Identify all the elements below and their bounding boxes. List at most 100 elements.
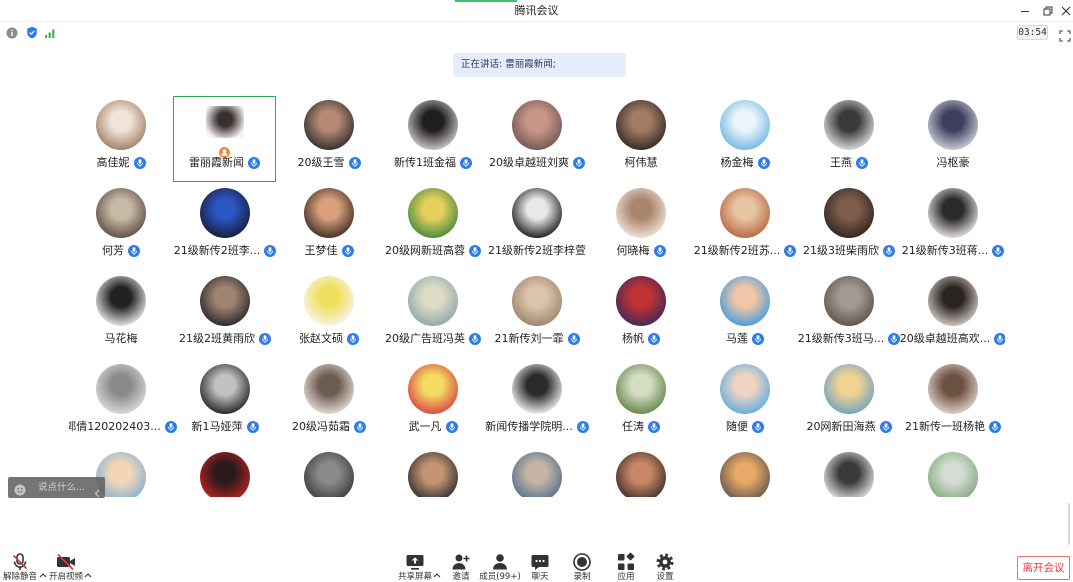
- scrollbar[interactable]: [1068, 503, 1070, 545]
- participant-name: 高佳妮: [96, 156, 130, 169]
- chat-button[interactable]: 聊天: [520, 552, 560, 582]
- participant-tile[interactable]: 张赵文硕: [277, 272, 381, 358]
- participant-avatar: [408, 452, 458, 497]
- participant-tile[interactable]: 杨金梅: [693, 96, 797, 182]
- participant-name: 20级卓越班刘爽: [489, 156, 569, 169]
- shield-icon[interactable]: [26, 26, 38, 39]
- participant-tile[interactable]: 20级网新班高蓉: [381, 184, 485, 270]
- participant-name: 21级2班黄雨欣: [179, 332, 255, 345]
- collapse-chevron-icon[interactable]: [94, 483, 100, 498]
- members-button[interactable]: 成员(99+): [478, 552, 522, 582]
- participant-tile[interactable]: [277, 448, 381, 497]
- mic-icon: [752, 333, 764, 345]
- participant-tile[interactable]: [797, 448, 901, 497]
- participant-tile[interactable]: 20级王雪: [277, 96, 381, 182]
- participant-label: 杨金梅: [685, 156, 805, 170]
- mic-icon: [460, 157, 472, 169]
- participant-avatar: [96, 100, 146, 150]
- participant-name: 21级新传3班马...: [797, 332, 885, 345]
- participant-tile[interactable]: 任涛: [589, 360, 693, 446]
- share-options-chevron-icon[interactable]: [433, 563, 441, 578]
- start-video-button[interactable]: 开启视频: [46, 552, 86, 582]
- participant-tile[interactable]: 21级3班柴雨欣: [797, 184, 901, 270]
- participant-tile[interactable]: [589, 448, 693, 497]
- participant-tile[interactable]: [173, 448, 277, 497]
- share-screen-button[interactable]: 共享屏幕: [395, 552, 435, 582]
- apps-button[interactable]: 应用: [606, 552, 646, 582]
- video-options-chevron-icon[interactable]: [84, 563, 92, 578]
- participant-tile[interactable]: 21级新传3班蒋...: [901, 184, 1005, 270]
- participant-name: 杨金梅: [720, 156, 754, 169]
- invite-button[interactable]: 邀请: [441, 552, 481, 582]
- close-icon[interactable]: [1060, 5, 1072, 17]
- participant-tile[interactable]: 冯枢豪: [901, 96, 1005, 182]
- participant-tile[interactable]: 王燕: [797, 96, 901, 182]
- invite-label: 邀请: [452, 572, 470, 582]
- participant-tile[interactable]: 21级新传2班李...: [173, 184, 277, 270]
- participant-avatar: [616, 276, 666, 326]
- participant-tile[interactable]: 王梦佳: [277, 184, 381, 270]
- participant-tile[interactable]: 何芳: [69, 184, 173, 270]
- participant-tile[interactable]: 随便: [693, 360, 797, 446]
- participant-tile[interactable]: 何晓梅: [589, 184, 693, 270]
- fullscreen-icon[interactable]: [1059, 27, 1071, 42]
- participant-tile[interactable]: [901, 448, 1005, 497]
- record-label: 录制: [573, 572, 591, 582]
- participant-tile[interactable]: 郭倩120202403...: [69, 360, 177, 446]
- participant-name: 21级3班柴雨欣: [803, 244, 879, 257]
- participant-tile[interactable]: 21级新传3班马...: [797, 272, 901, 358]
- participant-tile[interactable]: 新传1班金福: [381, 96, 485, 182]
- settings-button[interactable]: 设置: [645, 552, 685, 582]
- mic-icon: [347, 333, 359, 345]
- minimize-icon[interactable]: [1019, 5, 1031, 17]
- participant-tile[interactable]: 21新传刘一霏: [485, 272, 589, 358]
- participant-tile[interactable]: 高佳妮: [69, 96, 173, 182]
- participant-avatar: [720, 276, 770, 326]
- mic-icon: [128, 245, 140, 257]
- participant-avatar: [408, 364, 458, 414]
- record-icon: [572, 552, 592, 571]
- participant-tile[interactable]: 20网新田海燕: [797, 360, 901, 446]
- participant-tile[interactable]: 新1马娅萍: [173, 360, 277, 446]
- participant-tile[interactable]: 雷丽霞新闻: [173, 96, 276, 182]
- apps-label: 应用: [617, 572, 635, 582]
- info-icon[interactable]: [6, 26, 18, 39]
- participant-tile[interactable]: 杨帆: [589, 272, 693, 358]
- participant-tile[interactable]: 21新传一班杨艳: [901, 360, 1005, 446]
- participant-label: 杨帆: [581, 332, 701, 346]
- leave-meeting-button[interactable]: 离开会议: [1017, 556, 1070, 580]
- participant-tile[interactable]: 武一凡: [381, 360, 485, 446]
- participant-tile[interactable]: [485, 448, 589, 497]
- participant-tile[interactable]: [693, 448, 797, 497]
- participant-label: 武一凡: [373, 420, 493, 434]
- emoji-icon[interactable]: [14, 481, 26, 496]
- host-badge-icon: [219, 143, 230, 158]
- participant-tile[interactable]: 20级卓越班刘爽: [485, 96, 589, 182]
- participant-label: 新传1班金福: [373, 156, 493, 170]
- participant-tile[interactable]: [381, 448, 485, 497]
- participant-name: 20级网新班高蓉: [385, 244, 465, 257]
- participant-tile[interactable]: 21级2班黄雨欣: [173, 272, 277, 358]
- participant-tile[interactable]: 21级新传2班李梓萱: [485, 184, 589, 270]
- participant-tile[interactable]: 新闻传播学院明...: [485, 360, 589, 446]
- participant-label: 21级3班柴雨欣: [789, 244, 909, 258]
- participant-grid: 高佳妮 雷丽霞新闻 20级王雪 新传1班金福 20级卓越班刘爽 柯伟慧 杨金梅 王燕 冯枢豪 何芳…: [69, 96, 1005, 497]
- share-screen-label: 共享屏幕: [397, 572, 432, 582]
- participant-name: 21级新传3班蒋...: [901, 244, 989, 257]
- participant-tile[interactable]: 马莲: [693, 272, 797, 358]
- participant-tile[interactable]: 21级新传2班苏...: [693, 184, 797, 270]
- participant-label: 20级卓越班刘爽: [477, 156, 597, 170]
- restore-icon[interactable]: [1042, 5, 1054, 17]
- chat-input-field[interactable]: [38, 480, 90, 495]
- signal-icon[interactable]: [44, 26, 56, 39]
- record-button[interactable]: 录制: [562, 552, 602, 582]
- participant-tile[interactable]: 20级广告班冯英: [381, 272, 485, 358]
- participant-tile[interactable]: 20级卓越班高欢...: [900, 272, 1005, 358]
- mic-icon: [445, 421, 458, 433]
- participant-name: 张赵文硕: [299, 332, 343, 345]
- participant-tile[interactable]: 20级冯茹霜: [277, 360, 381, 446]
- unmute-button[interactable]: 解除静音: [0, 552, 40, 582]
- participant-tile[interactable]: 马花梅: [69, 272, 173, 358]
- participant-tile[interactable]: 柯伟慧: [589, 96, 693, 182]
- participant-avatar: [616, 452, 666, 497]
